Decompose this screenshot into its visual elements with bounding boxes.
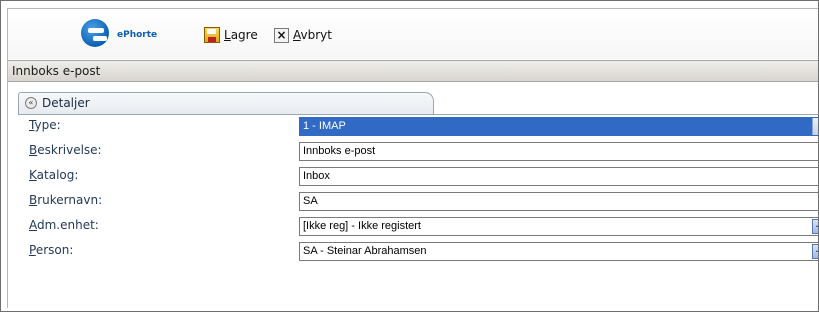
module-header: Innboks e-post <box>8 60 818 82</box>
adm-enhet-lookup-button[interactable]: ... <box>812 219 818 234</box>
cancel-label: Avbryt <box>293 28 332 42</box>
ephorte-logo: ePhorte <box>81 19 191 51</box>
katalog-input[interactable]: Inbox <box>299 167 818 186</box>
tab-label: Detaljer <box>42 96 90 110</box>
chevron-down-icon[interactable]: ▼ <box>812 118 818 135</box>
katalog-label: Katalog: <box>29 168 79 182</box>
type-select[interactable]: 1 - IMAP ▼ <box>299 117 818 136</box>
ephorte-logo-text: ePhorte <box>117 30 158 40</box>
app-window: ePhorte Lagre × Avbryt Innboks e-post « … <box>0 0 819 312</box>
adm-enhet-input[interactable]: [Ikke reg] - Ikke registert ... <box>299 217 818 236</box>
adm-enhet-label: Adm.enhet: <box>29 218 99 232</box>
brukernavn-label: Brukernavn: <box>29 193 103 207</box>
person-lookup-button[interactable]: ... <box>812 244 818 259</box>
content-area: ePhorte Lagre × Avbryt Innboks e-post « … <box>7 8 818 308</box>
module-title: Innboks e-post <box>12 64 101 78</box>
cancel-button[interactable]: × Avbryt <box>274 25 332 45</box>
cancel-icon: × <box>274 27 289 43</box>
form-row-adm-enhet: Adm.enhet: [Ikke reg] - Ikke registert .… <box>18 215 818 239</box>
save-button[interactable]: Lagre <box>204 25 258 45</box>
save-icon <box>204 27 220 43</box>
form-row-katalog: Katalog: Inbox <box>18 165 818 189</box>
beskrivelse-input[interactable]: Innboks e-post <box>299 142 818 161</box>
collapse-icon[interactable]: « <box>25 97 37 109</box>
form-row-brukernavn: Brukernavn: SA <box>18 190 818 214</box>
form-row-beskrivelse: Beskrivelse: Innboks e-post <box>18 140 818 164</box>
form-row-person: Person: SA - Steinar Abrahamsen ... <box>18 240 818 264</box>
brukernavn-input[interactable]: SA <box>299 192 818 211</box>
person-input[interactable]: SA - Steinar Abrahamsen ... <box>299 242 818 261</box>
type-label: Type: <box>29 118 61 132</box>
tab-detaljer[interactable]: « Detaljer <box>18 92 434 114</box>
form-row-type: Type: 1 - IMAP ▼ <box>18 115 818 139</box>
beskrivelse-label: Beskrivelse: <box>29 143 102 157</box>
person-label: Person: <box>29 243 74 257</box>
toolbar: ePhorte Lagre × Avbryt <box>8 9 818 59</box>
save-label: Lagre <box>224 28 258 42</box>
ephorte-logo-icon <box>81 19 109 47</box>
